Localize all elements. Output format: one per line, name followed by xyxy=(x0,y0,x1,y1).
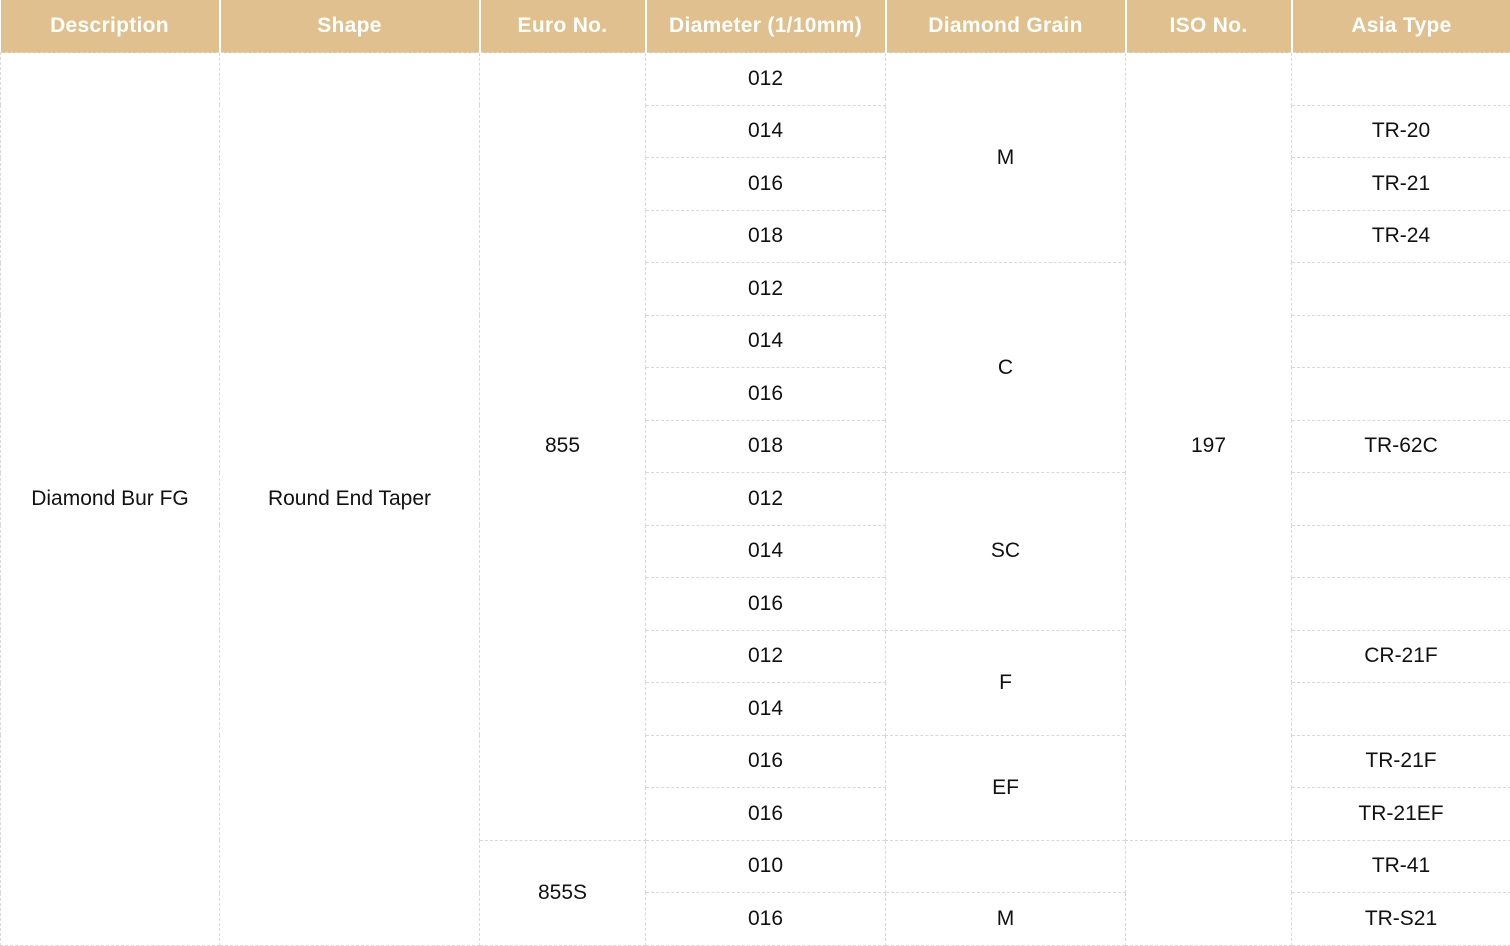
header-asia-type: Asia Type xyxy=(1291,0,1510,53)
asia-type-cell: TR-62C xyxy=(1291,419,1510,473)
asia-type-cell xyxy=(1291,472,1510,526)
description-cell: Diamond Bur FG xyxy=(0,52,220,946)
iso-no-cell-empty xyxy=(1125,839,1292,946)
grain-cell-f: F xyxy=(885,629,1126,736)
header-shape: Shape xyxy=(219,0,481,53)
asia-type-cell: TR-41 xyxy=(1291,839,1510,893)
asia-type-cell: TR-21F xyxy=(1291,734,1510,788)
asia-type-cell xyxy=(1291,262,1510,316)
diameter-cell: 016 xyxy=(645,157,886,211)
asia-type-cell: TR-24 xyxy=(1291,209,1510,263)
diameter-cell: 016 xyxy=(645,892,886,946)
grain-cell-m: M xyxy=(885,892,1126,946)
diameter-cell: 012 xyxy=(645,629,886,683)
euro-no-cell: 855 xyxy=(479,52,646,841)
diameter-cell: 016 xyxy=(645,734,886,788)
diameter-cell: 014 xyxy=(645,314,886,368)
diameter-cell: 016 xyxy=(645,367,886,421)
diameter-cell: 010 xyxy=(645,839,886,893)
diameter-cell: 014 xyxy=(645,104,886,158)
diameter-cell: 012 xyxy=(645,472,886,526)
diameter-cell: 012 xyxy=(645,262,886,316)
diameter-cell: 014 xyxy=(645,524,886,578)
asia-type-cell: TR-21 xyxy=(1291,157,1510,211)
table-row: Diamond Bur FG Round End Taper 855 012 M… xyxy=(0,52,1510,946)
header-euro-no: Euro No. xyxy=(479,0,647,53)
asia-type-cell: TR-21EF xyxy=(1291,787,1510,841)
diameter-cell: 016 xyxy=(645,787,886,841)
product-spec-table: Description Shape Euro No. Diameter (1/1… xyxy=(0,0,1510,946)
asia-type-cell xyxy=(1291,52,1510,106)
grain-cell-c: C xyxy=(885,262,1126,473)
grain-cell-ef: EF xyxy=(885,734,1126,841)
grain-cell-sc: SC xyxy=(885,472,1126,631)
asia-type-cell xyxy=(1291,682,1510,736)
asia-type-cell xyxy=(1291,524,1510,578)
grain-cell-m: M xyxy=(885,52,1126,263)
header-diameter: Diameter (1/10mm) xyxy=(645,0,887,53)
asia-type-cell: CR-21F xyxy=(1291,629,1510,683)
iso-no-cell: 197 xyxy=(1125,52,1292,841)
diameter-cell: 018 xyxy=(645,209,886,263)
diameter-cell: 014 xyxy=(645,682,886,736)
diameter-cell: 016 xyxy=(645,577,886,631)
asia-type-cell: TR-20 xyxy=(1291,104,1510,158)
euro-no-cell: 855S xyxy=(479,839,646,946)
asia-type-cell xyxy=(1291,367,1510,421)
header-diamond-grain: Diamond Grain xyxy=(885,0,1127,53)
header-iso-no: ISO No. xyxy=(1125,0,1293,53)
asia-type-cell: TR-S21 xyxy=(1291,892,1510,946)
header-row: Description Shape Euro No. Diameter (1/1… xyxy=(0,0,1510,53)
shape-cell: Round End Taper xyxy=(219,52,480,946)
asia-type-cell xyxy=(1291,314,1510,368)
diameter-cell: 018 xyxy=(645,419,886,473)
diameter-cell: 012 xyxy=(645,52,886,106)
asia-type-cell xyxy=(1291,577,1510,631)
grain-cell-empty xyxy=(885,839,1126,893)
header-description: Description xyxy=(0,0,221,53)
